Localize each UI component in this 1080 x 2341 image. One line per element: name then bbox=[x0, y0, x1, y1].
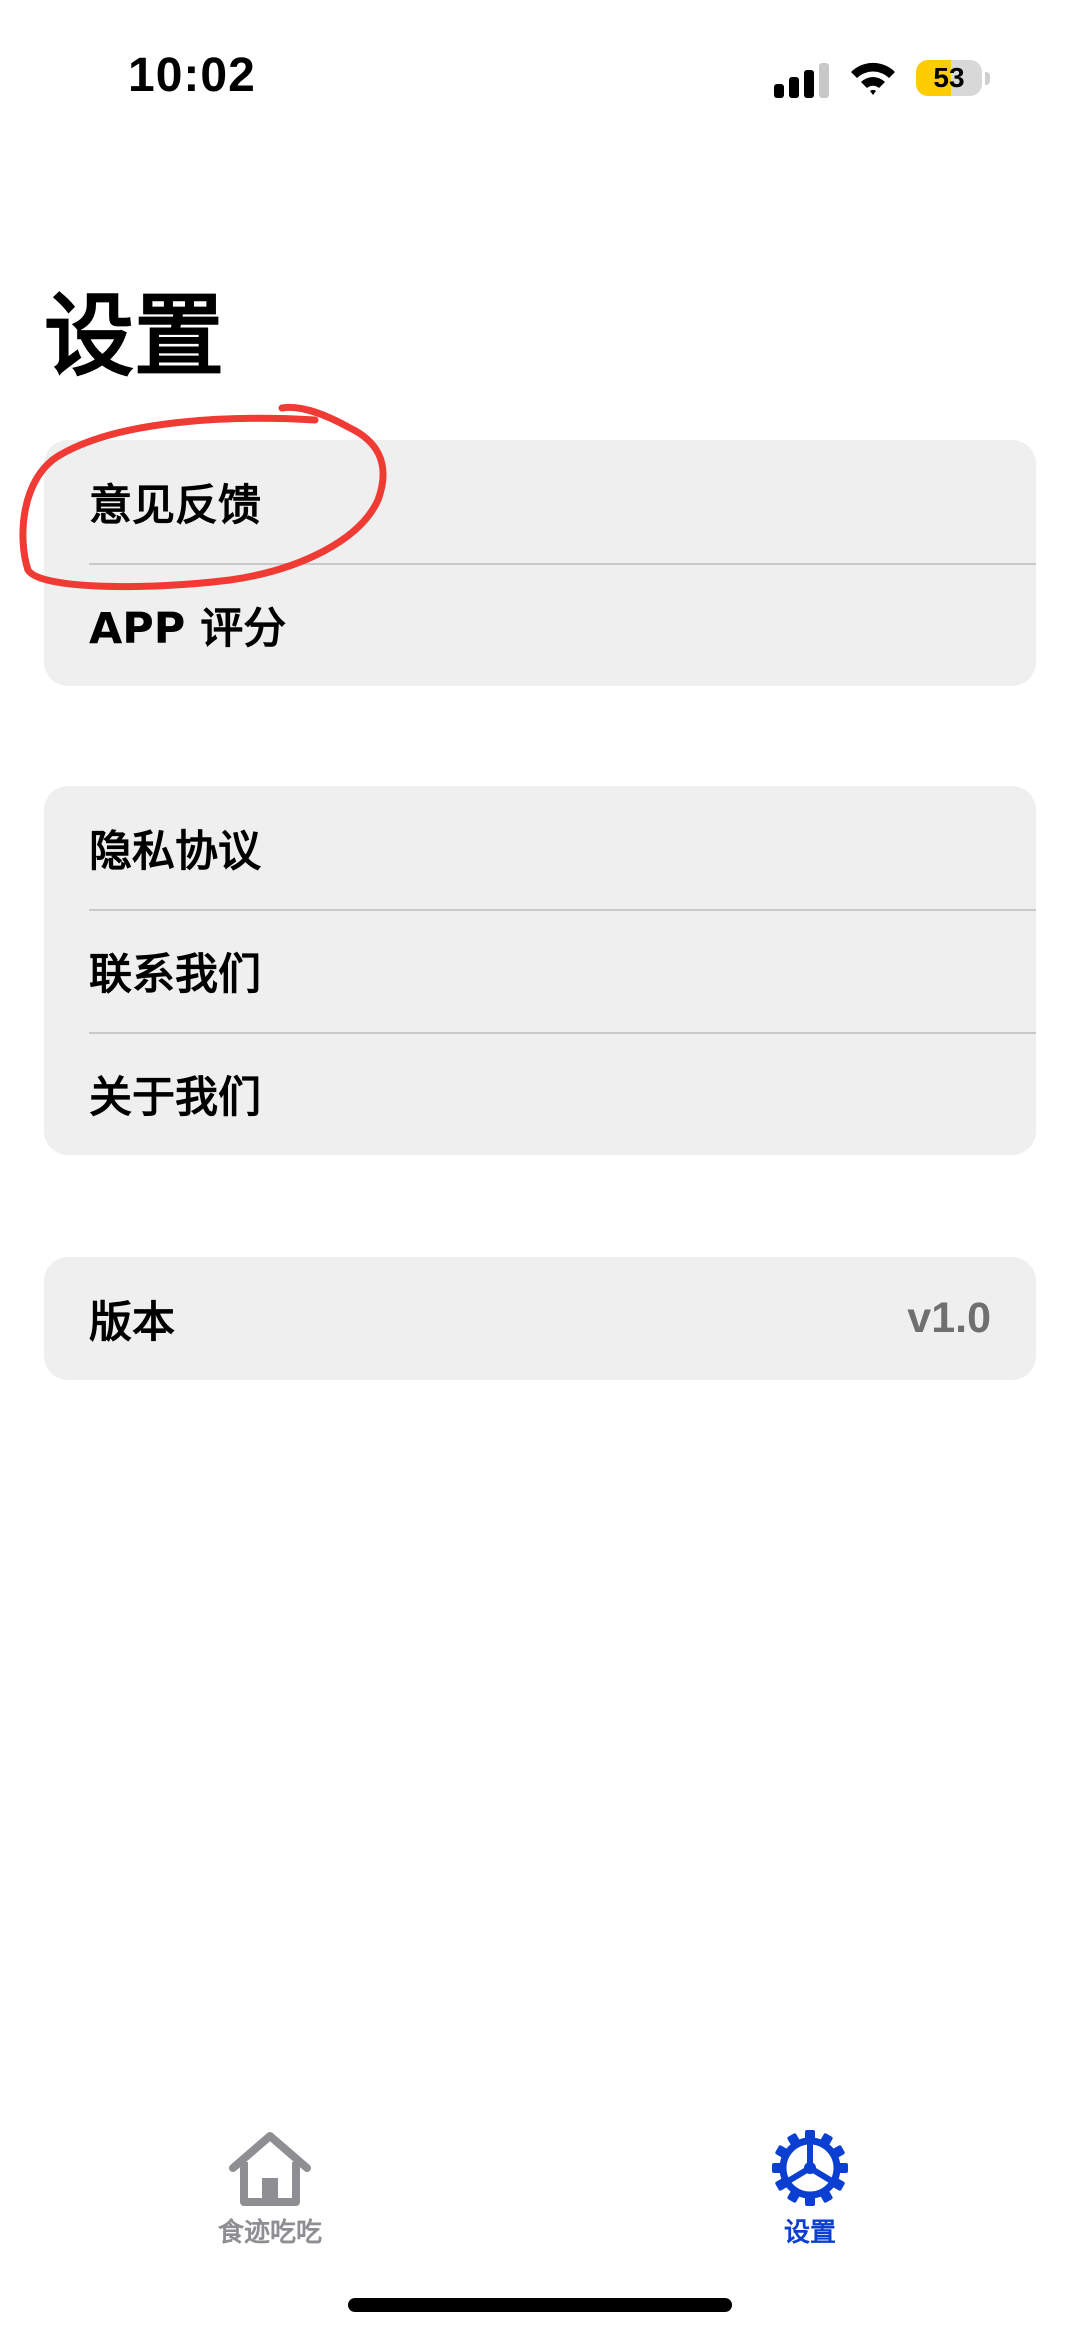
row-app-rating[interactable]: APP 评分 bbox=[44, 563, 1036, 686]
tab-label: 食迹吃吃 bbox=[217, 2218, 322, 2248]
home-indicator[interactable] bbox=[348, 2298, 732, 2312]
row-label: 联系我们 bbox=[89, 949, 261, 1000]
battery-body: 53 bbox=[916, 60, 982, 96]
settings-group-info: 隐私协议 联系我们 关于我们 bbox=[44, 786, 1036, 1155]
house-icon bbox=[229, 2132, 311, 2206]
tab-bar: 食迹吃吃 设置 bbox=[0, 2110, 1080, 2250]
settings-group-version: 版本 v1.0 bbox=[44, 1257, 1036, 1380]
row-feedback[interactable]: 意见反馈 bbox=[44, 440, 1036, 563]
tab-settings[interactable]: 设置 bbox=[690, 2110, 930, 2250]
row-label: 版本 bbox=[89, 1297, 175, 1348]
status-time: 10:02 bbox=[128, 49, 256, 102]
battery-icon: 53 bbox=[916, 58, 990, 98]
status-bar: 10:02 53 bbox=[0, 0, 1080, 160]
row-about-us[interactable]: 关于我们 bbox=[44, 1032, 1036, 1155]
row-contact-us[interactable]: 联系我们 bbox=[44, 909, 1036, 1032]
row-label: APP 评分 bbox=[89, 603, 287, 654]
page-title: 设置 bbox=[44, 284, 224, 389]
gear-icon bbox=[772, 2130, 848, 2206]
row-version: 版本 v1.0 bbox=[44, 1257, 1036, 1380]
battery-level: 53 bbox=[933, 62, 965, 93]
version-value: v1.0 bbox=[907, 1294, 991, 1342]
battery-tip bbox=[985, 72, 990, 85]
row-label: 意见反馈 bbox=[89, 480, 261, 531]
row-label: 隐私协议 bbox=[89, 826, 261, 877]
row-label: 关于我们 bbox=[89, 1072, 261, 1123]
row-privacy-policy[interactable]: 隐私协议 bbox=[44, 786, 1036, 909]
wifi-icon bbox=[851, 62, 895, 95]
tab-home[interactable]: 食迹吃吃 bbox=[150, 2110, 390, 2250]
signal-icon bbox=[774, 63, 829, 98]
settings-group-feedback: 意见反馈 APP 评分 bbox=[44, 440, 1036, 686]
tab-label: 设置 bbox=[783, 2218, 836, 2248]
